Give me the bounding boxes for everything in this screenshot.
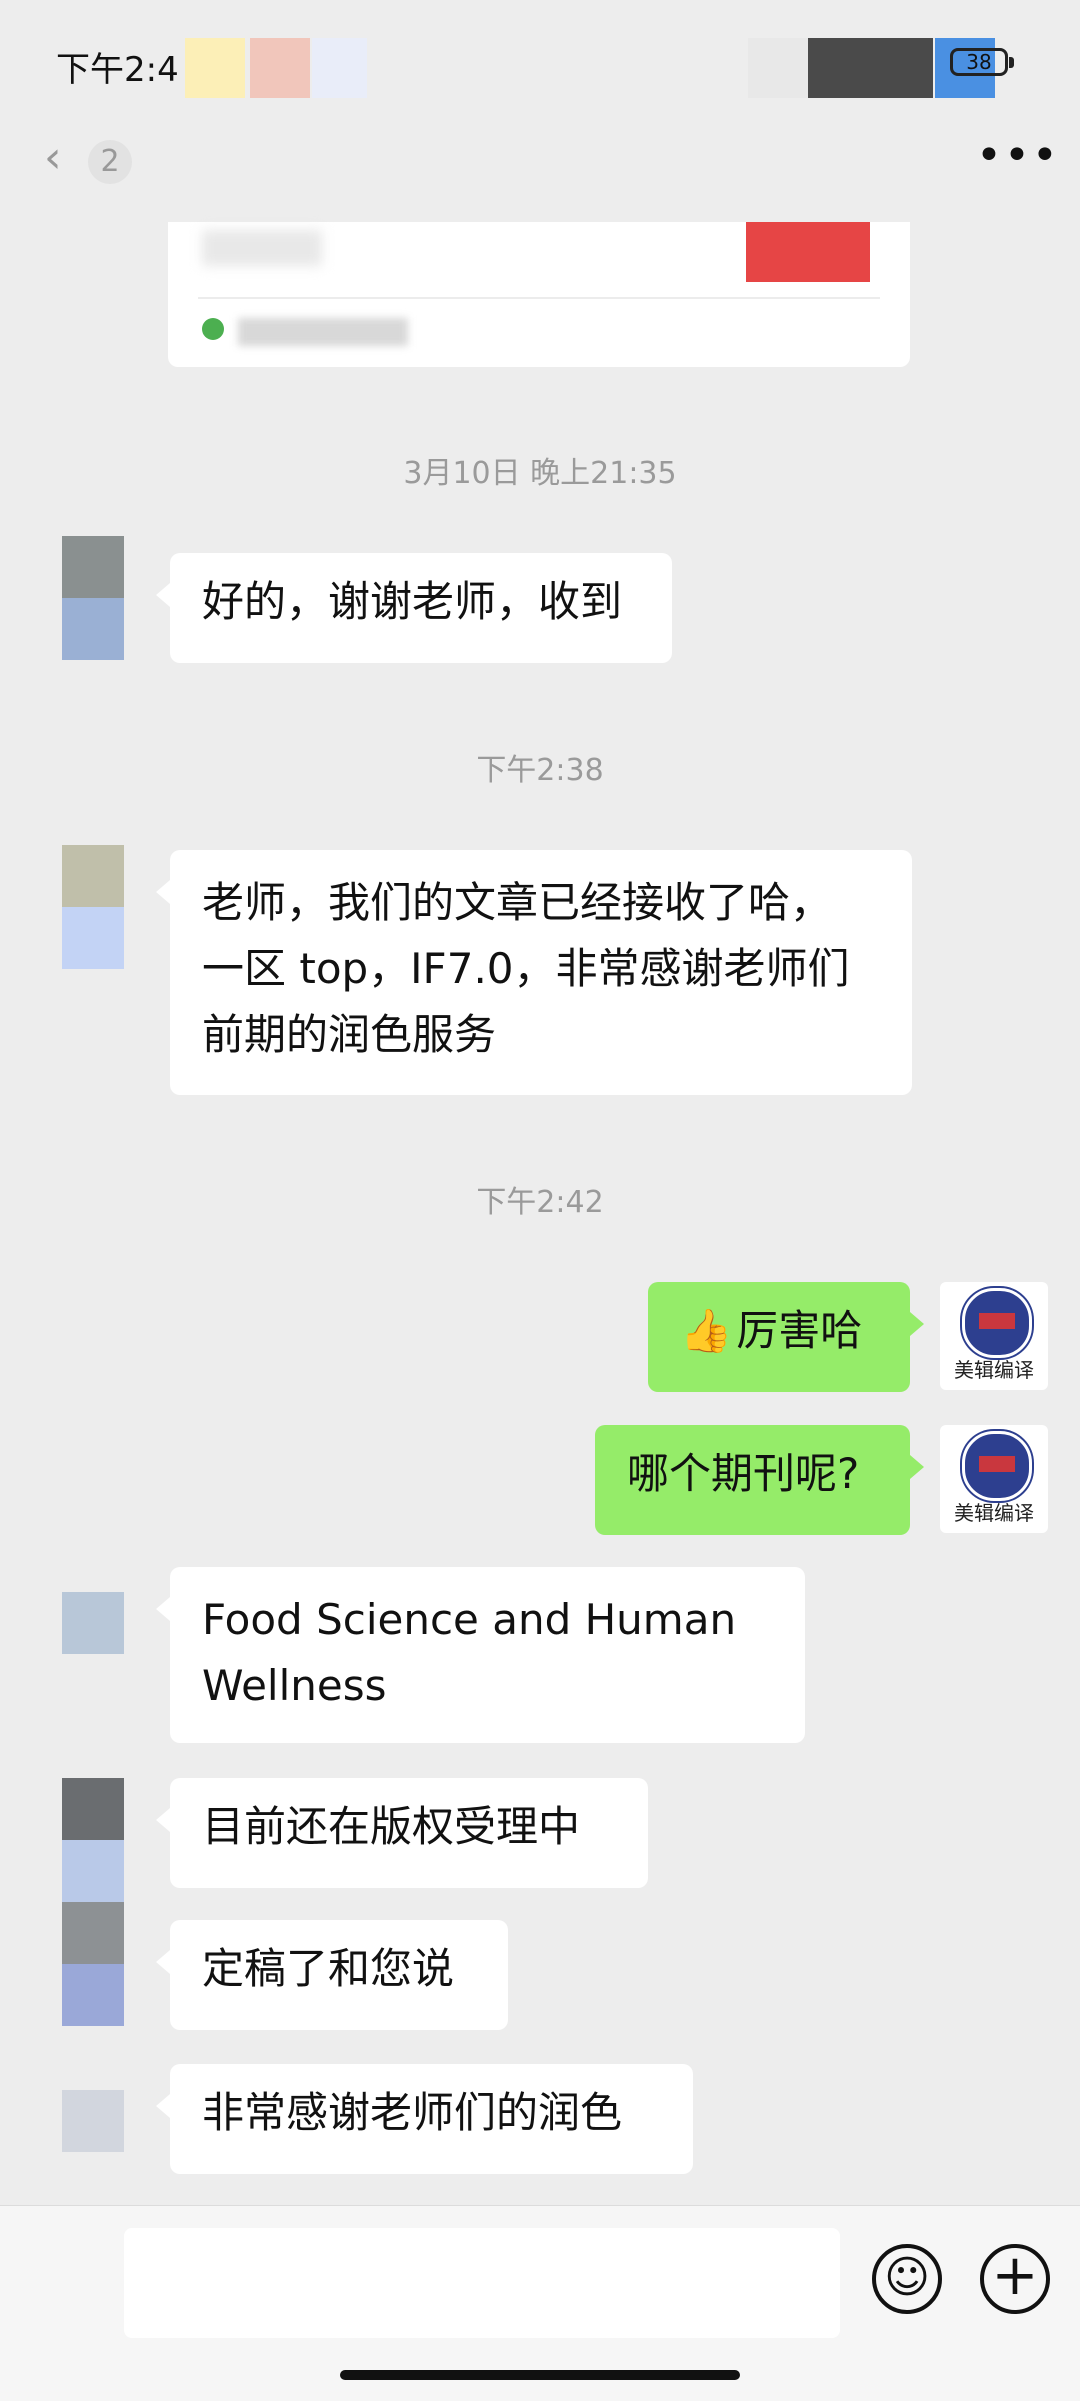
message-text-line: 一区 top，IF7.0，非常感谢老师们 [202, 944, 850, 993]
message-text: 定稿了和您说 [202, 1944, 455, 1993]
message-bubble[interactable]: Food Science and Human Wellness [156, 1567, 805, 1743]
message-text: 哪个期刊呢? [627, 1449, 860, 1498]
plus-icon[interactable]: + [980, 2244, 1050, 2314]
status-time: 下午2:4 [56, 50, 179, 90]
message-bubble-self[interactable]: 👍厉害哈 [648, 1282, 924, 1392]
message-bubble-self[interactable]: 哪个期刊呢? [595, 1425, 924, 1535]
link-thumbnail [746, 222, 870, 282]
logo-seal-icon [962, 1431, 1032, 1501]
mini-program-icon [202, 318, 224, 340]
message-bubble[interactable]: 定稿了和您说 [156, 1920, 508, 2030]
message-bubble[interactable]: 目前还在版权受理中 [156, 1778, 648, 1888]
home-indicator[interactable] [340, 2370, 740, 2380]
message-text: 目前还在版权受理中 [202, 1802, 581, 1851]
unread-count-badge[interactable]: 2 [88, 140, 132, 184]
thumbs-up-icon: 👍 [680, 1306, 733, 1355]
message-text: 厉害哈 [736, 1306, 863, 1355]
emoji-icon[interactable]: ☺ [872, 2244, 942, 2314]
message-text-line: Food Science and Human [202, 1595, 737, 1644]
message-text: 非常感谢老师们的润色 [202, 2088, 623, 2137]
divider [198, 297, 880, 299]
message-text-line: 老师，我们的文章已经接收了哈， [202, 878, 833, 927]
status-bar: 下午2:4 38 [0, 0, 1080, 130]
status-icons-blurred [312, 38, 367, 98]
logo-text: 美辑编译 [954, 1358, 1034, 1382]
blurred-source [238, 318, 408, 346]
avatar[interactable] [62, 2090, 124, 2152]
status-icons-blurred [808, 38, 933, 98]
status-icons-blurred [748, 38, 808, 98]
shared-link-card[interactable] [168, 222, 910, 367]
status-icons-blurred [185, 38, 245, 98]
message-bubble[interactable]: 老师，我们的文章已经接收了哈， 一区 top，IF7.0，非常感谢老师们 前期的… [156, 850, 912, 1095]
message-bubble[interactable]: 好的，谢谢老师，收到 [156, 553, 672, 663]
more-icon[interactable]: ••• [976, 130, 1060, 181]
message-timestamp: 下午2:38 [476, 753, 604, 788]
back-icon[interactable]: ‹ [44, 132, 62, 183]
message-input[interactable] [124, 2228, 840, 2338]
status-icons-blurred [250, 38, 310, 98]
avatar[interactable] [62, 1778, 124, 1902]
avatar[interactable] [62, 536, 124, 660]
message-timestamp: 下午2:42 [476, 1185, 604, 1220]
message-text-line: Wellness [202, 1661, 387, 1710]
message-bubble[interactable]: 非常感谢老师们的润色 [156, 2064, 693, 2174]
battery-icon: 38 [950, 48, 1014, 76]
message-text: 好的，谢谢老师，收到 [202, 577, 623, 626]
message-text-line: 前期的润色服务 [202, 1010, 497, 1059]
logo-text: 美辑编译 [954, 1501, 1034, 1525]
self-avatar[interactable]: 美辑编译 [940, 1425, 1048, 1533]
avatar[interactable] [62, 1902, 124, 2026]
avatar[interactable] [62, 1592, 124, 1654]
avatar[interactable] [62, 845, 124, 969]
logo-seal-icon [962, 1288, 1032, 1358]
self-avatar[interactable]: 美辑编译 [940, 1282, 1048, 1390]
message-timestamp: 3月10日 晚上21:35 [403, 456, 677, 491]
blurred-title [202, 230, 322, 266]
